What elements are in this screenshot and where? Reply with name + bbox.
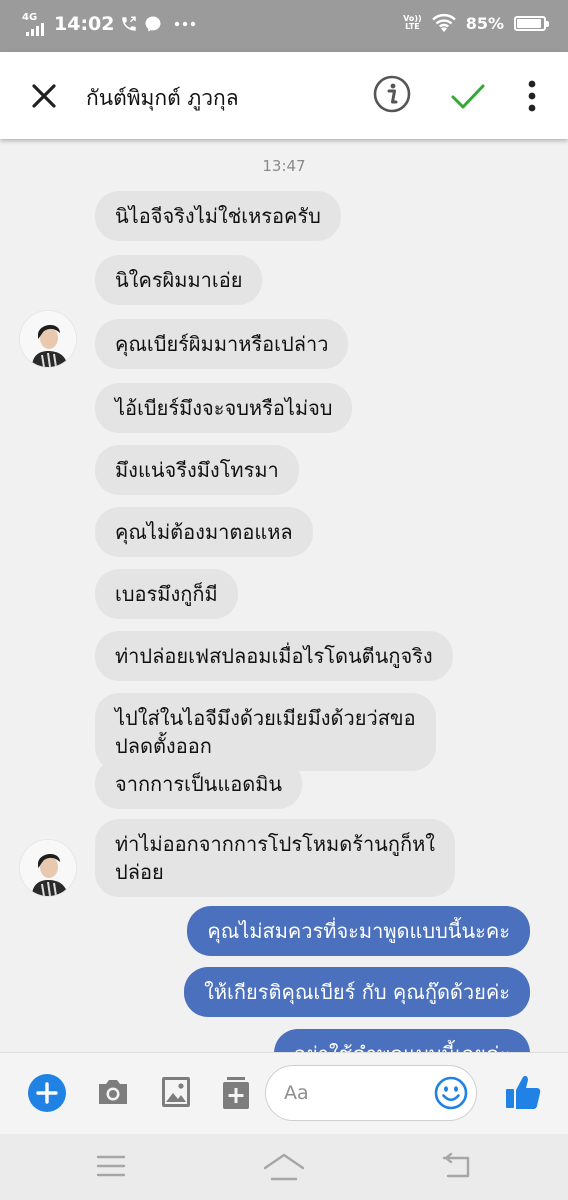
- sticker-button[interactable]: [222, 1076, 250, 1114]
- more-vertical-icon: [528, 80, 536, 112]
- back-icon: [442, 1152, 470, 1178]
- close-button[interactable]: [24, 76, 64, 116]
- message-bubble-incoming[interactable]: คุณไม่ต้องมาตอแหล: [95, 507, 313, 557]
- message-bubble-incoming[interactable]: นิใครผิมมาเอ่ย: [95, 255, 263, 305]
- info-button[interactable]: [372, 74, 412, 114]
- message-composer: [0, 1052, 568, 1135]
- plus-icon: [28, 1074, 66, 1112]
- sticker-icon: [223, 1077, 249, 1109]
- message-bubble-outgoing[interactable]: อย่าใช้คำพูดแบบนี้เลยค่ะ: [274, 1029, 530, 1052]
- signal-icon: 4G: [22, 12, 44, 36]
- recent-apps-button[interactable]: [96, 1152, 126, 1184]
- message-bubble-outgoing[interactable]: ให้เกียรติคุณเบียร์ กับ คุณกู๊ดด้วยค่ะ: [184, 967, 530, 1017]
- message-timestamp: 13:47: [262, 157, 306, 175]
- status-left: 4G 14:02: [22, 12, 196, 36]
- camera-button[interactable]: [96, 1077, 130, 1111]
- like-button[interactable]: [504, 1073, 542, 1115]
- contact-name[interactable]: กันต์พิมุกต์ ภูวกุล: [86, 82, 239, 115]
- message-text: คุณเบียร์ผิมมาหรือเปล่าว: [115, 332, 329, 356]
- message-text-line: ปล่อย: [115, 860, 164, 884]
- message-text: ท่าปล่อยเฟสปลอมเมื่อไรโดนตีนกูจริง: [115, 644, 433, 668]
- message-text: ไอ้เบียร์มึงจะจบหรือไม่จบ: [115, 396, 333, 420]
- close-icon: [32, 84, 56, 108]
- gallery-button[interactable]: [161, 1076, 191, 1112]
- message-bubble-incoming[interactable]: จากการเป็นแอดมิน: [95, 759, 303, 809]
- home-icon: [263, 1153, 305, 1181]
- message-bubble-incoming[interactable]: เบอรมึงกูก็มี: [95, 569, 238, 619]
- gallery-icon: [162, 1077, 190, 1107]
- contact-avatar[interactable]: [20, 840, 76, 896]
- message-text: คุณไม่สมควรที่จะมาพูดแบบนี้นะคะ: [207, 919, 510, 943]
- message-text: มึงแน่จรีงมึงโทรมา: [115, 458, 279, 482]
- message-text: คุณไม่ต้องมาตอแหล: [115, 520, 293, 544]
- like-icon: [506, 1076, 541, 1109]
- more-actions-button[interactable]: [28, 1074, 66, 1116]
- more-dots-icon: [175, 21, 196, 27]
- chat-header: กันต์พิมุกต์ ภูวกุล: [0, 52, 568, 139]
- message-text-line: ปลดตั้งออก: [115, 734, 212, 758]
- home-button[interactable]: [263, 1152, 305, 1186]
- message-bubble-incoming[interactable]: ไอ้เบียร์มึงจะจบหรือไม่จบ: [95, 383, 353, 433]
- message-text: อย่าใช้คำพูดแบบนี้เลยค่ะ: [294, 1042, 510, 1052]
- message-text: นิไอจีจริงไม่ใช่เหรอครับ: [115, 204, 321, 228]
- message-bubble-incoming[interactable]: ท่าปล่อยเฟสปลอมเมื่อไรโดนตีนกูจริง: [95, 631, 453, 681]
- message-text: ให้เกียรติคุณเบียร์ กับ คุณกู๊ดด้วยค่ะ: [204, 980, 510, 1004]
- phone-call-icon: [122, 16, 137, 31]
- message-list[interactable]: 13:47 นิไอจีจริงไม่ใช่เหรอครับ นิใครผิมม…: [0, 139, 568, 1052]
- checkmark-icon: [451, 84, 485, 109]
- emoji-icon: [434, 1076, 468, 1110]
- battery-percent: 85%: [465, 13, 504, 33]
- message-text-line: ท่าไม่ออกจากการโปรโหมดร้านกูก็หใ: [115, 832, 436, 856]
- status-right: Vo)) LTE 85%: [403, 13, 549, 33]
- message-bubble-incoming[interactable]: นิไอจีจริงไม่ใช่เหรอครับ: [95, 191, 341, 241]
- more-options-button[interactable]: [520, 78, 544, 114]
- system-nav-bar: [0, 1134, 568, 1200]
- status-time: 14:02: [54, 13, 115, 35]
- message-text: นิใครผิมมาเอ่ย: [115, 268, 243, 292]
- network-type: 4G: [22, 12, 38, 23]
- profile-photo: [20, 311, 76, 367]
- info-icon: [373, 75, 411, 113]
- contact-avatar[interactable]: [20, 311, 76, 367]
- message-text: เบอรมึงกูก็มี: [115, 582, 218, 606]
- status-bar: 4G 14:02 Vo)) LTE 85%: [0, 0, 568, 52]
- back-button[interactable]: [441, 1152, 471, 1184]
- wifi-icon: [431, 13, 456, 32]
- volte-icon: Vo)) LTE: [403, 14, 422, 31]
- message-bubble-outgoing[interactable]: คุณไม่สมควรที่จะมาพูดแบบนี้นะคะ: [187, 906, 530, 956]
- message-text-line: ไปใส่ในไอจีมึงด้วยเมียมึงด้วยว่สขอ: [115, 706, 416, 730]
- battery-icon: [514, 15, 549, 31]
- message-bubble-incoming[interactable]: คุณเบียร์ผิมมาหรือเปล่าว: [95, 319, 349, 369]
- message-text: จากการเป็นแอดมิน: [115, 772, 283, 796]
- confirm-button[interactable]: [448, 76, 488, 116]
- emoji-button[interactable]: [434, 1076, 468, 1114]
- camera-icon: [99, 1080, 127, 1104]
- message-bubble-incoming[interactable]: ท่าไม่ออกจากการโปรโหมดร้านกูก็หใ ปล่อย: [95, 819, 456, 897]
- profile-photo: [20, 840, 76, 896]
- chat-icon: [145, 16, 161, 32]
- menu-icon: [96, 1155, 126, 1177]
- message-bubble-incoming[interactable]: มึงแน่จรีงมึงโทรมา: [95, 445, 299, 495]
